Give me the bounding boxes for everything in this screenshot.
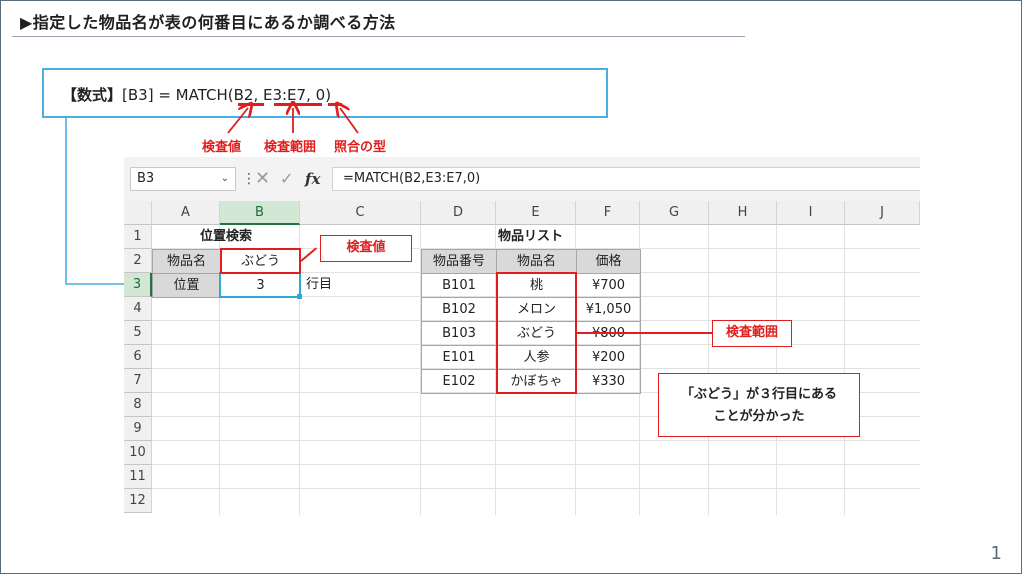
col-header-j[interactable]: J: [845, 201, 920, 225]
row-header-9[interactable]: 9: [124, 417, 152, 441]
gridline: [152, 464, 920, 465]
col-header-g[interactable]: G: [640, 201, 709, 225]
row-header-6[interactable]: 6: [124, 345, 152, 369]
header-item-number[interactable]: 物品番号: [421, 249, 497, 274]
lookup-table-title[interactable]: 位置検索: [152, 225, 300, 249]
enter-icon[interactable]: ✓: [280, 167, 293, 191]
col-header-f[interactable]: F: [576, 201, 640, 225]
arrow-match-type: [340, 108, 359, 134]
label-lookup-range: 検査範囲: [264, 140, 317, 155]
row-header-2[interactable]: 2: [124, 249, 152, 273]
col-header-i[interactable]: I: [777, 201, 845, 225]
result-note: 「ぶどう」が３行目にある ことが分かった: [658, 373, 860, 437]
col-header-c[interactable]: C: [300, 201, 421, 225]
arrow-lookup-value: [227, 108, 248, 134]
row-header-4[interactable]: 4: [124, 297, 152, 321]
highlight-lookup-value: [220, 248, 301, 274]
table-cell[interactable]: ¥700: [576, 273, 641, 298]
table-cell[interactable]: E102: [421, 369, 497, 394]
gridline: [152, 440, 920, 441]
table-cell[interactable]: ¥200: [576, 345, 641, 370]
row-header-8[interactable]: 8: [124, 393, 152, 417]
item-list-title[interactable]: 物品リスト: [421, 225, 640, 249]
table-cell[interactable]: ¥330: [576, 369, 641, 394]
name-box-value: B3: [137, 171, 155, 186]
table-cell[interactable]: B101: [421, 273, 497, 298]
table-cell[interactable]: ¥1,050: [576, 297, 641, 322]
insert-function-icon[interactable]: fx: [305, 167, 320, 191]
col-header-d[interactable]: D: [421, 201, 496, 225]
active-cell-selection: [219, 272, 301, 298]
col-header-b[interactable]: B: [220, 201, 300, 225]
name-box[interactable]: B3 ⌄: [130, 167, 236, 191]
formula-bar: B3 ⌄ ⋮ ✕ ✓ fx =MATCH(B2,E3:E7,0): [124, 157, 920, 202]
row-header-12[interactable]: 12: [124, 489, 152, 513]
callout-lookup-value: 検査値: [320, 235, 412, 262]
fill-handle[interactable]: [297, 294, 302, 299]
cell-c3[interactable]: 行目: [302, 273, 362, 297]
more-options-icon[interactable]: ⋮: [242, 167, 256, 191]
excel-window: B3 ⌄ ⋮ ✕ ✓ fx =MATCH(B2,E3:E7,0) A B C D …: [124, 157, 920, 515]
cell-a3[interactable]: 位置: [152, 273, 221, 298]
result-note-line1: 「ぶどう」が３行目にある: [680, 387, 837, 402]
gridline: [708, 225, 709, 515]
table-cell[interactable]: E101: [421, 345, 497, 370]
callout-connector-lookup-range: [577, 332, 712, 334]
cancel-icon[interactable]: ✕: [255, 167, 270, 191]
highlight-lookup-range: [496, 272, 577, 394]
label-lookup-value: 検査値: [202, 140, 242, 155]
row-header-11[interactable]: 11: [124, 465, 152, 489]
gridline: [776, 225, 777, 515]
label-match-type: 照合の型: [334, 140, 387, 155]
page-number: 1: [990, 543, 1002, 564]
table-cell[interactable]: B102: [421, 297, 497, 322]
row-header-10[interactable]: 10: [124, 441, 152, 465]
select-all-corner[interactable]: [124, 201, 152, 225]
col-header-a[interactable]: A: [152, 201, 220, 225]
cell-a2[interactable]: 物品名: [152, 249, 221, 274]
header-price[interactable]: 価格: [576, 249, 641, 274]
row-header-3[interactable]: 3: [124, 273, 152, 297]
col-header-h[interactable]: H: [709, 201, 777, 225]
formula-input[interactable]: =MATCH(B2,E3:E7,0): [332, 167, 920, 191]
chevron-down-icon[interactable]: ⌄: [221, 168, 229, 190]
gridline: [152, 488, 920, 489]
callout-lookup-range: 検査範囲: [712, 320, 792, 347]
col-header-e[interactable]: E: [496, 201, 576, 225]
header-item-name[interactable]: 物品名: [496, 249, 577, 274]
result-note-line2: ことが分かった: [713, 409, 805, 424]
table-cell[interactable]: B103: [421, 321, 497, 346]
row-header-7[interactable]: 7: [124, 369, 152, 393]
row-header-5[interactable]: 5: [124, 321, 152, 345]
gridline: [844, 225, 845, 515]
callout-connector-lookup-value: [300, 247, 317, 262]
row-header-1[interactable]: 1: [124, 225, 152, 249]
